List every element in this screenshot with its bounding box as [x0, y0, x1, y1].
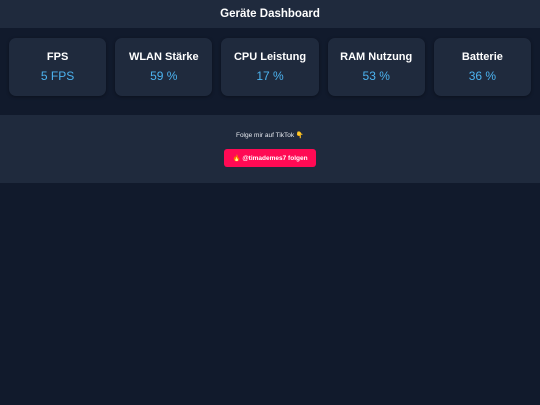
cpu-card: CPU Leistung 17 %	[221, 38, 319, 96]
follow-section: Folge mir auf TikTok 👇 🔥 @timademes7 fol…	[0, 115, 540, 183]
fps-label: FPS	[46, 51, 69, 63]
fps-card: FPS 5 FPS	[9, 38, 107, 96]
cpu-value: 17 %	[256, 69, 284, 83]
follow-text: Folge mir auf TikTok 👇	[235, 132, 305, 139]
wlan-value: 59 %	[150, 69, 178, 83]
ram-value: 53 %	[362, 69, 390, 83]
page-title: Geräte Dashboard	[220, 8, 320, 20]
dashboard-header: Geräte Dashboard	[0, 0, 540, 28]
battery-label: Batterie	[461, 51, 503, 63]
battery-value: 36 %	[468, 69, 497, 83]
stats-cards: FPS 5 FPS WLAN Stärke 59 % CPU Leistung …	[0, 28, 540, 106]
ram-card: RAM Nutzung 53 %	[327, 38, 425, 96]
wlan-label: WLAN Stärke	[128, 51, 199, 63]
ram-label: RAM Nutzung	[340, 51, 413, 63]
wlan-card: WLAN Stärke 59 %	[115, 38, 213, 96]
follow-button[interactable]: 🔥 @timademes7 folgen	[224, 149, 316, 167]
fps-value: 5 FPS	[40, 69, 75, 83]
cpu-label: CPU Leistung	[233, 51, 307, 63]
battery-card: Batterie 36 %	[433, 38, 532, 96]
